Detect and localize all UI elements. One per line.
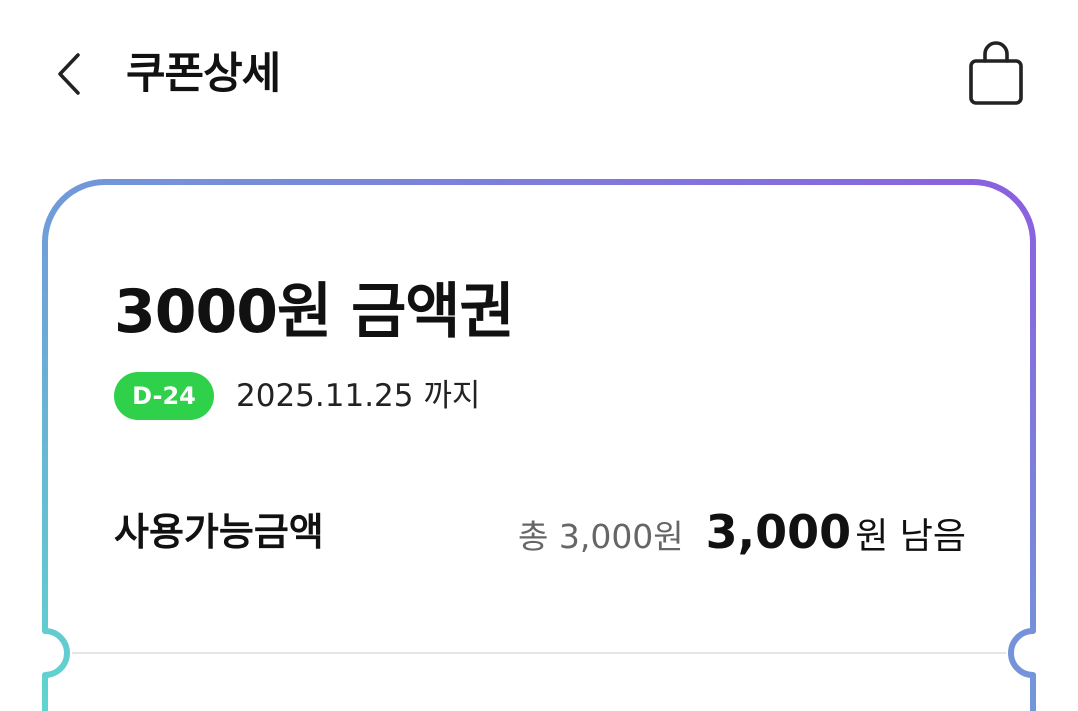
expiry-date: 2025.11.25 까지: [236, 378, 481, 414]
available-amount-label: 사용가능금액: [114, 510, 324, 554]
shopping-bag-button[interactable]: [960, 38, 1032, 110]
remaining-amount: 3,000: [705, 505, 852, 559]
dday-badge: D-24: [114, 372, 214, 420]
total-amount: 총 3,000원: [517, 517, 684, 556]
page-title: 쿠폰상세: [126, 49, 281, 99]
coupon-detail-screen: 쿠폰상세 3000원 금액권 D-24 2025.11.25 까지 사용가능금액…: [0, 0, 1078, 711]
remaining-unit: 원 남음: [855, 516, 966, 557]
amount-summary: 총 3,000원 3,000 원 남음: [518, 502, 966, 562]
coupon-divider: [72, 652, 1006, 654]
chevron-left-icon: [58, 53, 80, 95]
shopping-bag-icon: [969, 41, 1023, 105]
coupon-title: 3000원 금액권: [114, 277, 515, 347]
back-button[interactable]: [40, 44, 100, 104]
coupon-card: 3000원 금액권 D-24 2025.11.25 까지 사용가능금액 총 3,…: [48, 184, 1032, 711]
